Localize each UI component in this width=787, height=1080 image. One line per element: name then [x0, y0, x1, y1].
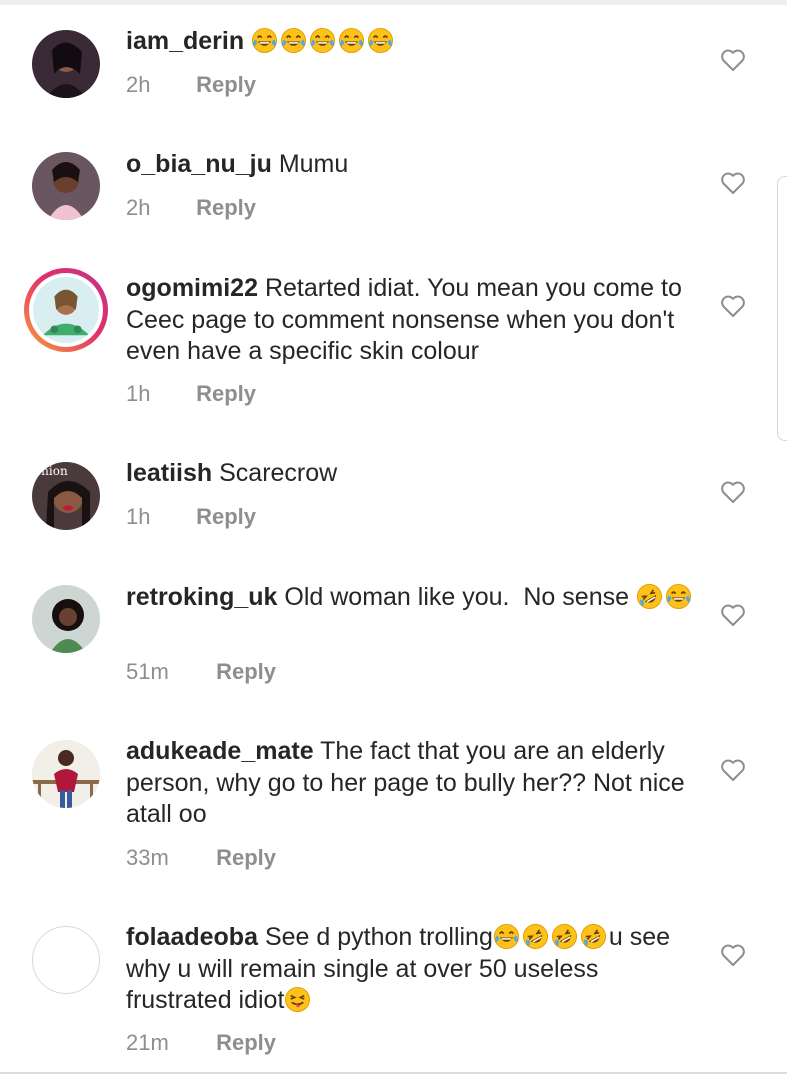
winking-face-with-tongue-emoji	[284, 986, 311, 1013]
rolling-on-floor-laughing-emoji	[551, 923, 578, 950]
comment-timestamp: 2h	[126, 195, 151, 220]
heart-outline-icon[interactable]	[720, 171, 746, 195]
heart-outline-icon[interactable]	[720, 48, 746, 72]
comment-meta: 1h Reply	[126, 381, 256, 407]
comment-meta: 2h Reply	[126, 72, 256, 98]
face-with-tears-of-joy-emoji	[309, 27, 336, 54]
face-with-tears-of-joy-emoji	[251, 27, 278, 54]
comment-meta: 2h Reply	[126, 195, 256, 221]
comment-timestamp: 51m	[126, 659, 169, 684]
comment-text: retroking_uk Old woman like you. No sens…	[126, 582, 706, 614]
emoji-group	[493, 923, 609, 951]
avatar[interactable]	[32, 152, 100, 220]
comment-text: ogomimi22 Retarted idiat. You mean you c…	[126, 273, 706, 368]
face-with-tears-of-joy-emoji	[367, 27, 394, 54]
comment-body: See d python trolling	[264, 923, 493, 951]
comment-text: adukeade_mate The fact that you are an e…	[126, 736, 706, 831]
comment-username[interactable]: folaadeoba	[126, 923, 258, 951]
comment-body: Mumu	[278, 150, 349, 178]
reply-button[interactable]: Reply	[196, 381, 256, 406]
avatar-overlay-text: shion	[35, 464, 68, 478]
comment-timestamp: 1h	[126, 381, 151, 406]
comment-meta: 33m Reply	[126, 845, 276, 871]
comment-timestamp: 33m	[126, 845, 169, 870]
reply-button[interactable]: Reply	[196, 195, 256, 220]
comment-username[interactable]: adukeade_mate	[126, 737, 314, 765]
comment-meta: 51m Reply	[126, 659, 276, 685]
comment-timestamp: 2h	[126, 72, 151, 97]
comment-text: iam_derin	[126, 26, 706, 58]
comment-body: Old woman like you. No sense	[284, 583, 629, 611]
comment-username[interactable]: retroking_uk	[126, 583, 277, 611]
rolling-on-floor-laughing-emoji	[636, 583, 663, 610]
comment-timestamp: 21m	[126, 1030, 169, 1055]
avatar[interactable]: shion	[32, 462, 100, 530]
face-with-tears-of-joy-emoji	[665, 583, 692, 610]
reply-button[interactable]: Reply	[196, 504, 256, 529]
avatar-with-story-ring[interactable]	[24, 268, 108, 352]
comment-text: leatiish Scarecrow	[126, 458, 706, 490]
face-with-tears-of-joy-emoji	[280, 27, 307, 54]
reply-button[interactable]: Reply	[216, 659, 276, 684]
comment-text: o_bia_nu_ju Mumu	[126, 149, 706, 181]
emoji-group	[284, 986, 313, 1014]
scrollbar[interactable]	[777, 176, 787, 441]
reply-button[interactable]: Reply	[216, 1030, 276, 1055]
comment-meta: 21m Reply	[126, 1030, 276, 1056]
reply-button[interactable]: Reply	[196, 72, 256, 97]
avatar[interactable]	[32, 585, 100, 653]
comment-text: folaadeoba See d python trolling u see wh…	[126, 922, 706, 1017]
comment-body: Scarecrow	[219, 459, 338, 487]
comment-username[interactable]: o_bia_nu_ju	[126, 150, 272, 178]
face-with-tears-of-joy-emoji	[338, 27, 365, 54]
comment-meta: 1h Reply	[126, 504, 256, 530]
bottom-divider	[0, 1072, 787, 1074]
emoji-group	[636, 583, 694, 611]
heart-outline-icon[interactable]	[720, 758, 746, 782]
rolling-on-floor-laughing-emoji	[580, 923, 607, 950]
top-divider	[0, 0, 787, 5]
comment-username[interactable]: iam_derin	[126, 27, 244, 55]
avatar[interactable]	[32, 30, 100, 98]
heart-outline-icon[interactable]	[720, 943, 746, 967]
rolling-on-floor-laughing-emoji	[522, 923, 549, 950]
comment-timestamp: 1h	[126, 504, 151, 529]
face-with-tears-of-joy-emoji	[493, 923, 520, 950]
heart-outline-icon[interactable]	[720, 603, 746, 627]
avatar[interactable]	[32, 926, 100, 994]
heart-outline-icon[interactable]	[720, 480, 746, 504]
reply-button[interactable]: Reply	[216, 845, 276, 870]
emoji-group	[251, 27, 396, 55]
avatar[interactable]	[32, 740, 100, 808]
comment-username[interactable]: ogomimi22	[126, 274, 258, 302]
heart-outline-icon[interactable]	[720, 294, 746, 318]
comment-username[interactable]: leatiish	[126, 459, 212, 487]
